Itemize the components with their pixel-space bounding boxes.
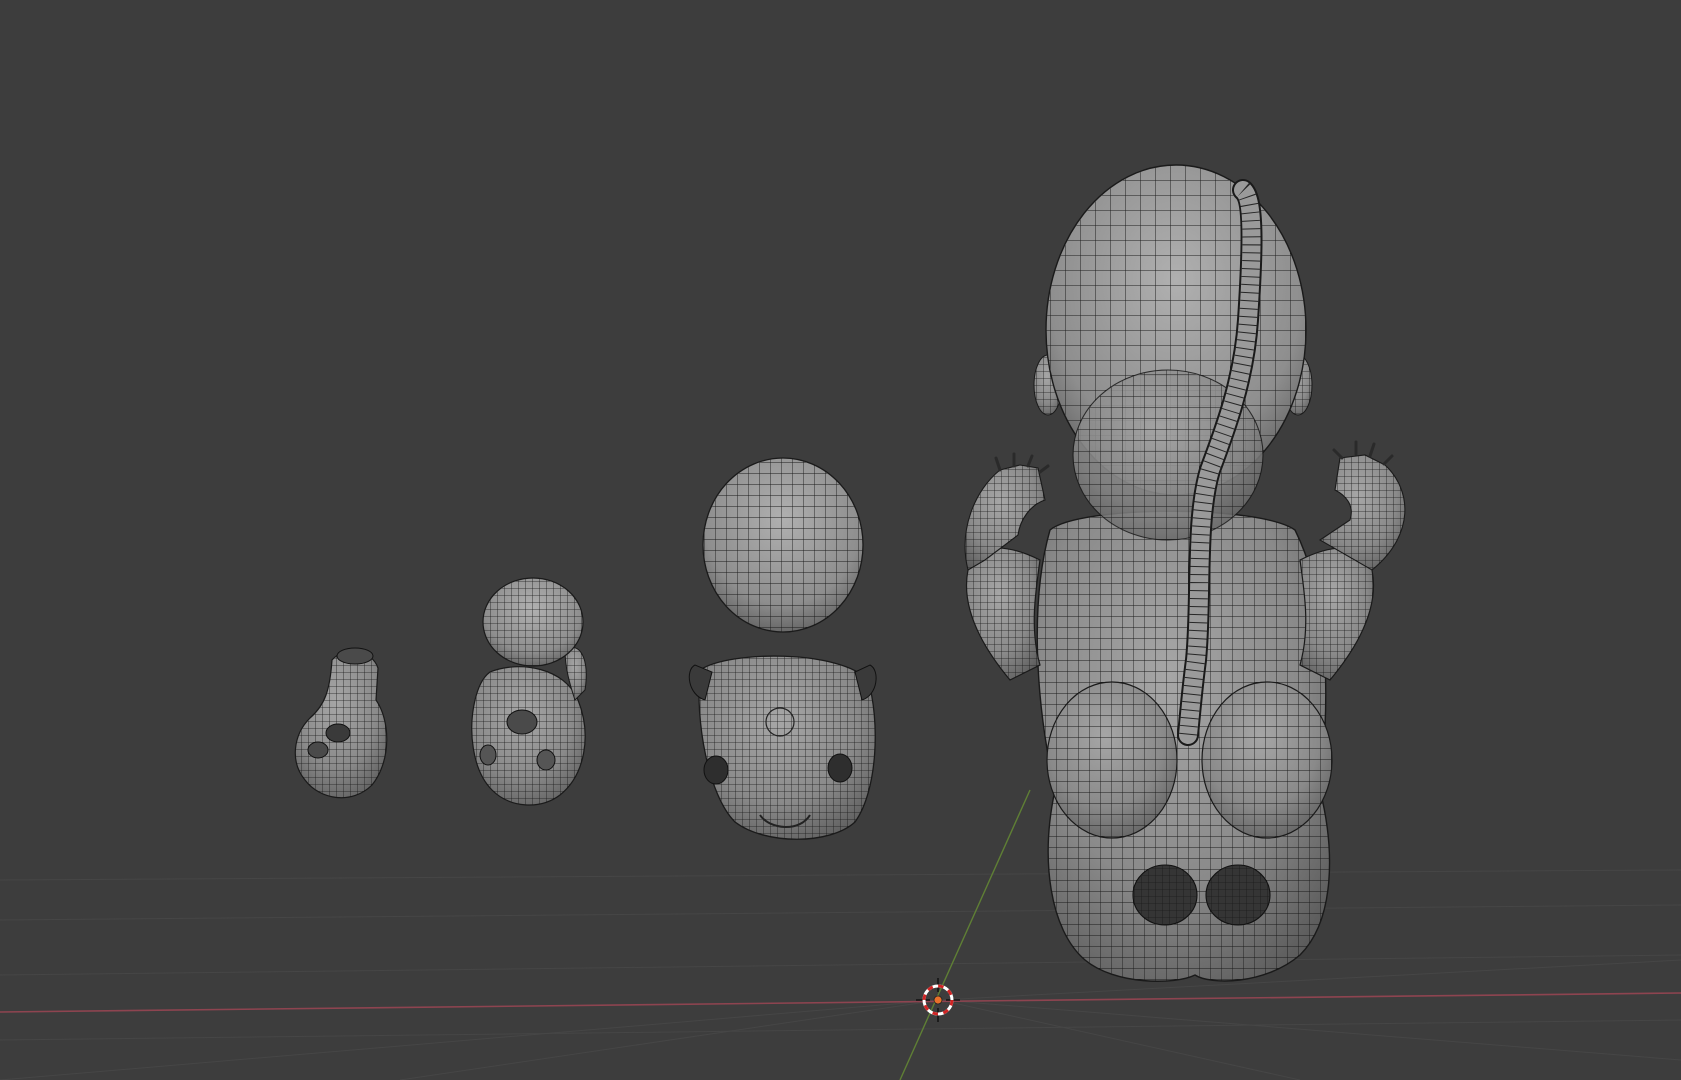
fetus-stage-1[interactable]	[294, 647, 388, 799]
3d-cursor-icon[interactable]	[916, 978, 960, 1022]
fetus-stage-2[interactable]	[471, 577, 587, 806]
y-axis-line	[899, 789, 1031, 1080]
x-axis-line	[0, 992, 1681, 1013]
viewport-canvas[interactable]	[0, 0, 1681, 1080]
floor-grid	[0, 869, 1681, 1080]
fetus-stage-3[interactable]	[688, 457, 877, 840]
3d-viewport[interactable]	[0, 0, 1681, 1080]
fetus-stage-4[interactable]	[964, 164, 1406, 982]
